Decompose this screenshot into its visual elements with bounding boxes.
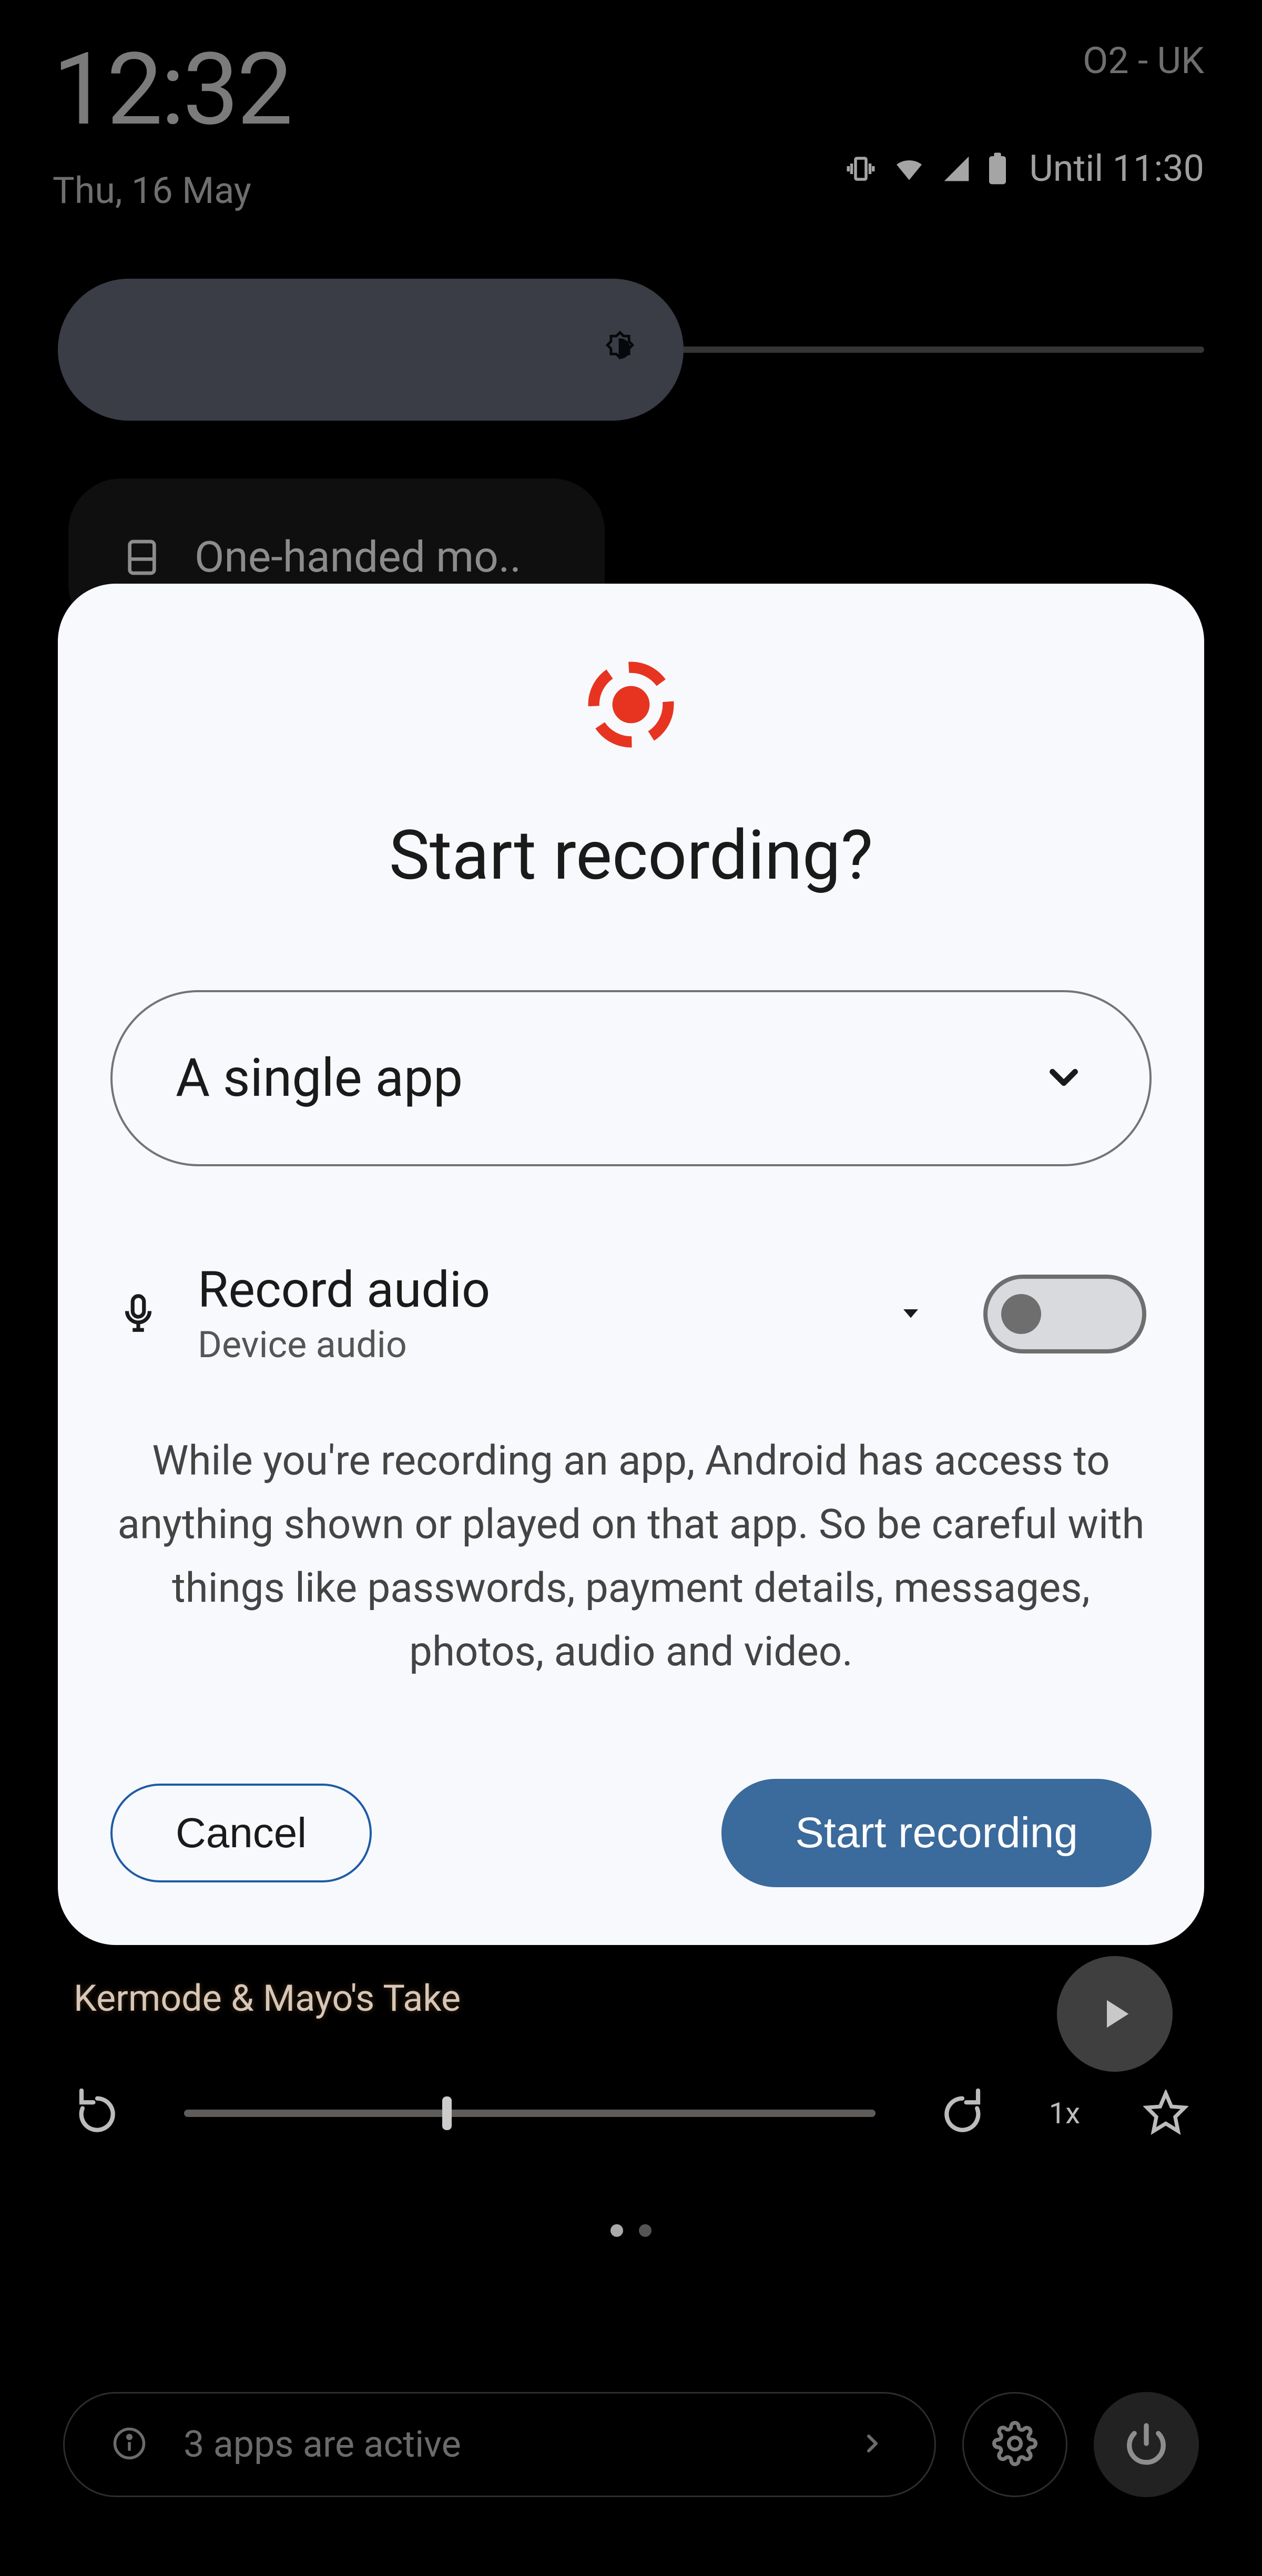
- play-button[interactable]: [1057, 1956, 1173, 2072]
- dropdown-selected-label: A single app: [176, 1047, 463, 1109]
- media-title: Kermode & Mayo's Take: [74, 1977, 1188, 2020]
- start-recording-button[interactable]: Start recording: [721, 1779, 1152, 1887]
- gear-icon: [992, 2421, 1037, 2468]
- dialog-title: Start recording?: [110, 815, 1152, 895]
- phone-screen: 12:32 O2 - UK Thu, 16 May Until 11:30: [0, 0, 1262, 2576]
- info-icon: [112, 2426, 147, 2463]
- recording-scope-dropdown[interactable]: A single app: [110, 990, 1152, 1166]
- record-audio-text: Record audio Device audio: [198, 1261, 859, 1367]
- slider-thumb: [442, 2096, 452, 2130]
- record-audio-row: Record audio Device audio: [110, 1261, 1152, 1367]
- cancel-button[interactable]: Cancel: [110, 1784, 372, 1882]
- record-audio-title: Record audio: [198, 1261, 859, 1319]
- pager-dots: [610, 2224, 652, 2237]
- forward-icon[interactable]: [939, 2089, 986, 2138]
- media-progress-slider[interactable]: [184, 2110, 876, 2117]
- start-recording-dialog: Start recording? A single app Record aud…: [58, 584, 1204, 1945]
- playback-speed[interactable]: 1x: [1049, 2096, 1080, 2131]
- media-player: Kermode & Mayo's Take 1x: [74, 1977, 1188, 2138]
- pager-dot: [639, 2224, 652, 2237]
- rewind-icon[interactable]: [74, 2089, 121, 2138]
- toggle-thumb: [1001, 1294, 1041, 1334]
- power-icon: [1124, 2421, 1169, 2468]
- microphone-icon: [116, 1290, 161, 1338]
- recording-warning-text: While you're recording an app, Android h…: [110, 1430, 1152, 1684]
- active-apps-chip[interactable]: 3 apps are active: [63, 2392, 936, 2497]
- bottom-row: 3 apps are active: [63, 2392, 1199, 2497]
- active-apps-label: 3 apps are active: [184, 2423, 821, 2466]
- dialog-button-row: Cancel Start recording: [110, 1779, 1152, 1887]
- record-audio-subtitle: Device audio: [198, 1323, 859, 1367]
- record-audio-toggle[interactable]: [983, 1275, 1146, 1353]
- star-outline-icon[interactable]: [1143, 2090, 1188, 2137]
- audio-source-dropdown[interactable]: [896, 1298, 925, 1330]
- pager-dot-active: [610, 2224, 623, 2237]
- record-icon: [584, 657, 678, 752]
- player-controls: 1x: [74, 2089, 1188, 2138]
- power-button[interactable]: [1094, 2392, 1199, 2497]
- chevron-down-icon: [1041, 1055, 1086, 1102]
- settings-button[interactable]: [962, 2392, 1067, 2497]
- chevron-right-icon: [858, 2429, 887, 2460]
